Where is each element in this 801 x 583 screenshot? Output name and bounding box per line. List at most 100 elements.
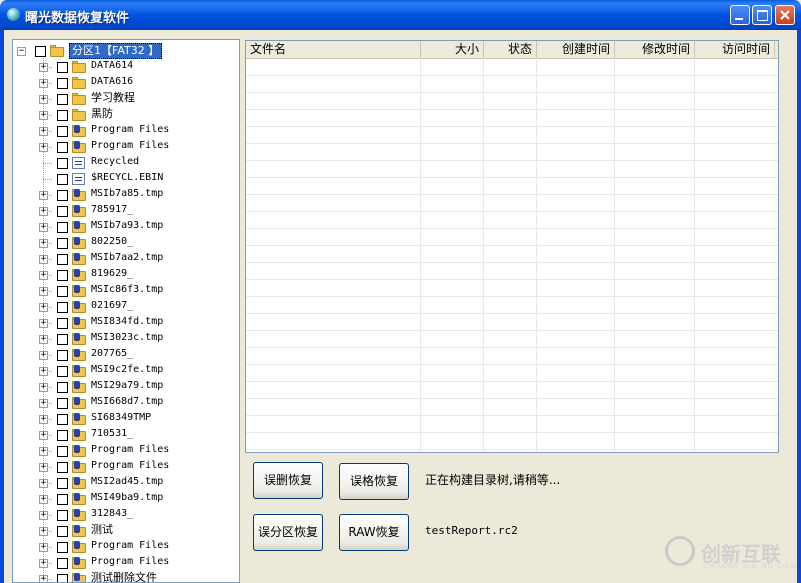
expand-icon[interactable]: + <box>39 319 48 328</box>
expand-icon[interactable]: + <box>39 559 48 568</box>
tree-item[interactable]: − 分区1【FAT32 】 <box>13 43 239 59</box>
tree-item[interactable]: + MSI3023c.tmp <box>13 331 239 347</box>
tree-item-checkbox[interactable] <box>57 206 68 217</box>
tree-item-checkbox[interactable] <box>57 382 68 393</box>
tree-item[interactable]: + MSI29a79.tmp <box>13 379 239 395</box>
tree-item-checkbox[interactable] <box>57 574 68 582</box>
tree-item-checkbox[interactable] <box>57 542 68 553</box>
tree-item[interactable]: + 学习教程 <box>13 91 239 107</box>
file-list[interactable]: 文件名 大小 状态 创建时间 修改时间 访问时间 <box>245 40 779 453</box>
expand-icon[interactable]: + <box>39 127 48 136</box>
expand-icon[interactable]: + <box>39 479 48 488</box>
tree-item[interactable]: + 测试 <box>13 523 239 539</box>
tree-item[interactable]: +785917_ <box>13 203 239 219</box>
tree-item-checkbox[interactable] <box>57 222 68 233</box>
expand-icon[interactable]: + <box>39 351 48 360</box>
tree-item[interactable]: $RECYCL.EBIN <box>13 171 239 187</box>
tree-item-checkbox[interactable] <box>57 78 68 89</box>
expand-icon[interactable]: + <box>39 399 48 408</box>
tree-item[interactable]: + MSI49ba9.tmp <box>13 491 239 507</box>
expand-icon[interactable]: + <box>39 143 48 152</box>
tree-item[interactable]: + MSIb7aa2.tmp <box>13 251 239 267</box>
expand-icon[interactable]: + <box>39 207 48 216</box>
expand-icon[interactable]: + <box>39 431 48 440</box>
partition-recovery-button[interactable]: 误分区恢复 <box>253 514 323 551</box>
tree-item[interactable]: + Program Files <box>13 139 239 155</box>
tree-item-checkbox[interactable] <box>57 62 68 73</box>
tree-item[interactable]: +710531_ <box>13 427 239 443</box>
column-header[interactable]: 大小 <box>421 41 484 58</box>
tree-item-checkbox[interactable] <box>35 46 46 57</box>
expand-icon[interactable]: + <box>39 95 48 104</box>
tree-item[interactable]: +021697_ <box>13 299 239 315</box>
tree-item-checkbox[interactable] <box>57 366 68 377</box>
expand-icon[interactable]: + <box>39 239 48 248</box>
expand-icon[interactable]: + <box>39 575 48 582</box>
column-header[interactable]: 访问时间 <box>695 41 775 58</box>
tree-item[interactable]: + MSI2ad45.tmp <box>13 475 239 491</box>
column-header[interactable]: 文件名 <box>246 41 421 58</box>
expand-icon[interactable]: + <box>39 415 48 424</box>
tree-item[interactable]: +802250_ <box>13 235 239 251</box>
expand-icon[interactable]: + <box>39 111 48 120</box>
tree-item[interactable]: + 黑防 <box>13 107 239 123</box>
tree-item[interactable]: + DATA614 <box>13 59 239 75</box>
tree-item-checkbox[interactable] <box>57 398 68 409</box>
minimize-button[interactable] <box>730 5 750 25</box>
expand-icon[interactable]: + <box>39 271 48 280</box>
tree-item-checkbox[interactable] <box>57 126 68 137</box>
tree-item-checkbox[interactable] <box>57 142 68 153</box>
expand-icon[interactable]: + <box>39 527 48 536</box>
tree-item-checkbox[interactable] <box>57 238 68 249</box>
tree-item[interactable]: + Program Files <box>13 459 239 475</box>
tree-item-checkbox[interactable] <box>57 110 68 121</box>
tree-item-checkbox[interactable] <box>57 510 68 521</box>
tree-item[interactable]: + MSI9c2fe.tmp <box>13 363 239 379</box>
column-header[interactable]: 修改时间 <box>615 41 695 58</box>
expand-icon[interactable]: + <box>39 255 48 264</box>
raw-recovery-button[interactable]: RAW恢复 <box>339 514 409 551</box>
tree-item[interactable]: +819629_ <box>13 267 239 283</box>
tree-item-checkbox[interactable] <box>57 462 68 473</box>
tree-item[interactable]: + DATA616 <box>13 75 239 91</box>
tree-item-checkbox[interactable] <box>57 254 68 265</box>
expand-icon[interactable]: + <box>39 383 48 392</box>
tree-item-checkbox[interactable] <box>57 174 68 185</box>
tree-item-checkbox[interactable] <box>57 350 68 361</box>
expand-icon[interactable]: + <box>39 511 48 520</box>
tree-item[interactable]: + Program Files <box>13 123 239 139</box>
tree-item-checkbox[interactable] <box>57 446 68 457</box>
tree-item-checkbox[interactable] <box>57 334 68 345</box>
expand-icon[interactable]: + <box>39 335 48 344</box>
expand-icon[interactable]: + <box>39 63 48 72</box>
tree-item-checkbox[interactable] <box>57 430 68 441</box>
expand-icon[interactable]: + <box>39 367 48 376</box>
tree-item[interactable]: + MSIb7a85.tmp <box>13 187 239 203</box>
tree-item-checkbox[interactable] <box>57 478 68 489</box>
expand-icon[interactable]: + <box>39 223 48 232</box>
format-recovery-button[interactable]: 误格恢复 <box>339 463 409 500</box>
tree-item-checkbox[interactable] <box>57 94 68 105</box>
tree-item-checkbox[interactable] <box>57 526 68 537</box>
tree-item[interactable]: + SI68349TMP <box>13 411 239 427</box>
expand-icon[interactable]: + <box>39 287 48 296</box>
tree-item-checkbox[interactable] <box>57 270 68 281</box>
tree-item[interactable]: + 测试删除文件 <box>13 571 239 582</box>
expand-icon[interactable]: + <box>39 79 48 88</box>
expand-icon[interactable]: + <box>39 303 48 312</box>
tree-item-checkbox[interactable] <box>57 286 68 297</box>
close-button[interactable] <box>775 5 795 25</box>
column-header[interactable]: 创建时间 <box>537 41 615 58</box>
expand-icon[interactable]: + <box>39 447 48 456</box>
tree-item[interactable]: + Program Files <box>13 539 239 555</box>
tree-item-checkbox[interactable] <box>57 558 68 569</box>
tree-item[interactable]: + MSIc86f3.tmp <box>13 283 239 299</box>
tree-item[interactable]: +207765_ <box>13 347 239 363</box>
tree-item-checkbox[interactable] <box>57 302 68 313</box>
tree-item[interactable]: + Program Files <box>13 555 239 571</box>
tree-item[interactable]: Recycled <box>13 155 239 171</box>
tree-item-checkbox[interactable] <box>57 414 68 425</box>
expand-icon[interactable]: + <box>39 543 48 552</box>
directory-tree[interactable]: − 分区1【FAT32 】 + DATA614 + DATA616 + 学习教程 + 黑防 + Pro… <box>12 39 240 583</box>
maximize-button[interactable] <box>752 5 772 25</box>
